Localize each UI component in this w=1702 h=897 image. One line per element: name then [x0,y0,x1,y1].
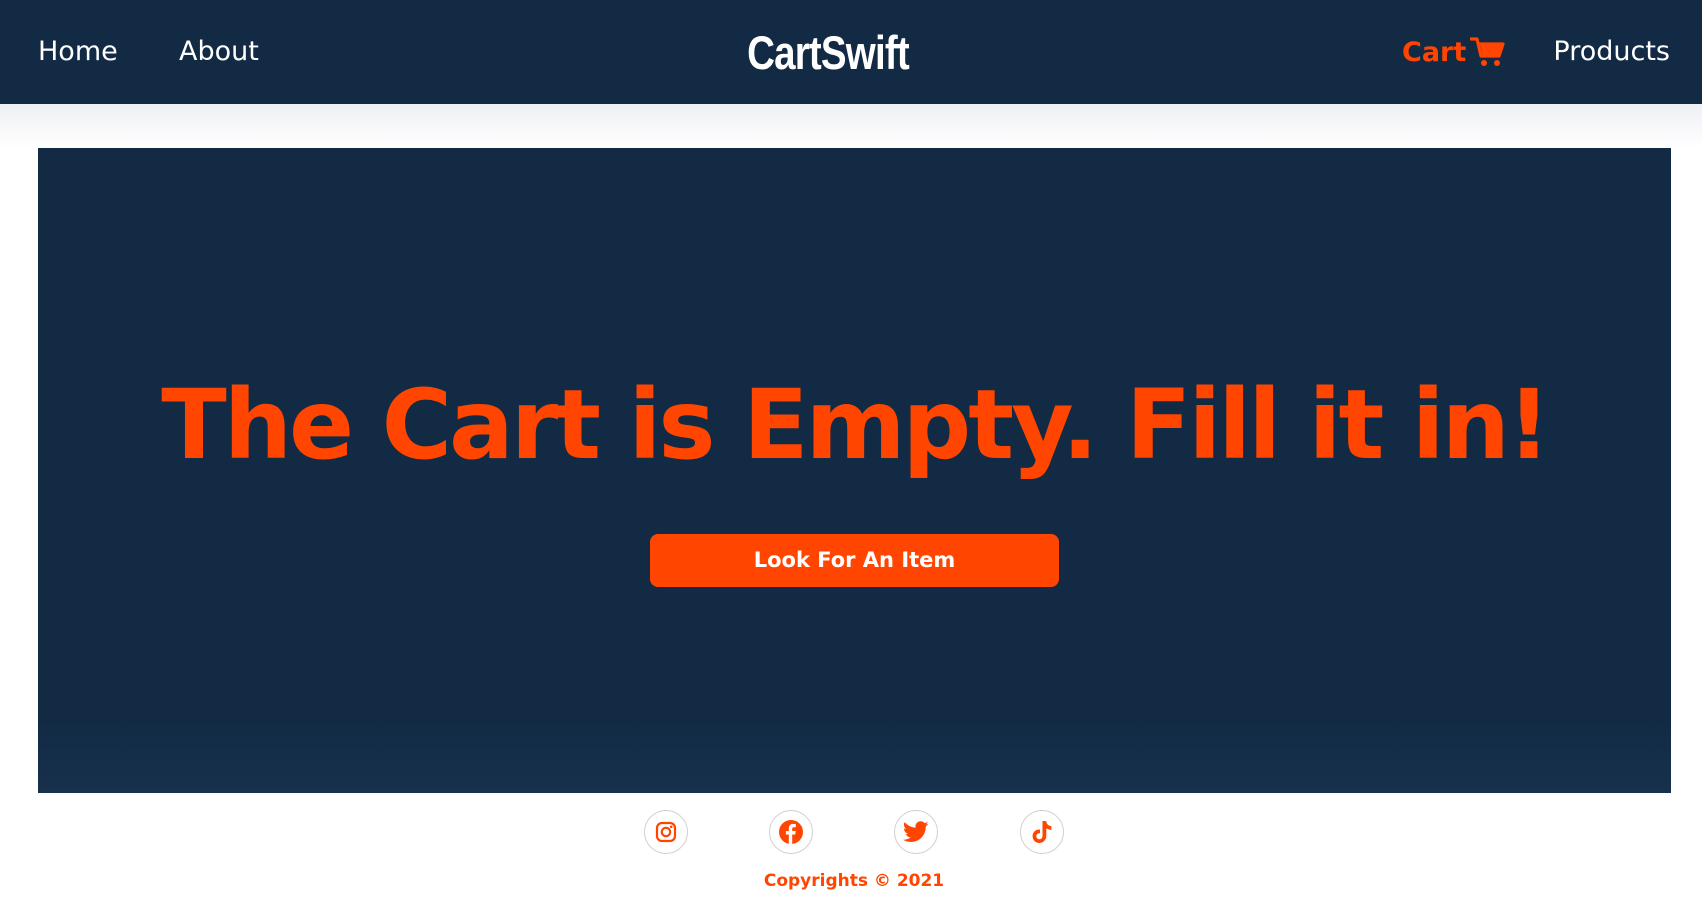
copyright-text: Copyrights © 2021 [763,871,945,891]
footer: Copyrights © 2021 [0,793,1702,897]
twitter-icon [903,821,929,843]
twitter-link[interactable] [894,810,938,854]
empty-cart-hero: The Cart is Empty. Fill it in! Look For … [38,148,1671,793]
empty-cart-title: The Cart is Empty. Fill it in! [161,369,1551,481]
nav-cart-link[interactable]: Cart [1402,34,1506,70]
nav-home-link[interactable]: Home [38,36,118,68]
navbar: Home About CartSwift Cart Products [0,0,1702,104]
brand-logo[interactable]: CartSwift [149,27,1507,79]
page-background-fade [0,104,1702,148]
shopping-cart-icon [1470,36,1506,68]
instagram-icon [655,821,677,843]
look-for-item-button[interactable]: Look For An Item [650,534,1059,587]
nav-products-link[interactable]: Products [1553,36,1670,68]
facebook-icon [778,819,804,845]
tiktok-icon [1031,820,1053,844]
instagram-link[interactable] [644,810,688,854]
tiktok-link[interactable] [1020,810,1064,854]
nav-cart-label: Cart [1402,36,1467,68]
facebook-link[interactable] [769,810,813,854]
